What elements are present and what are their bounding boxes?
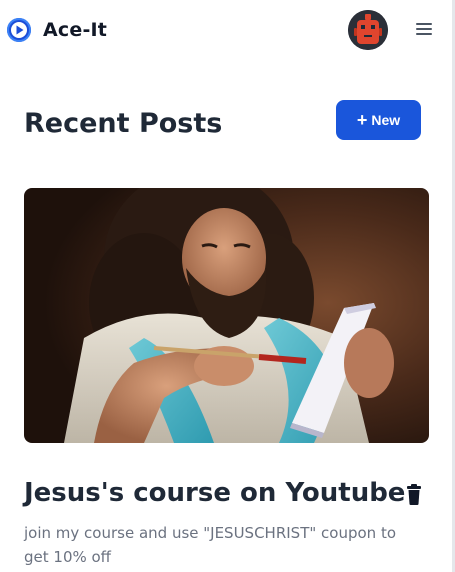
- robot-avatar-icon: [348, 10, 388, 50]
- hamburger-menu-icon[interactable]: [413, 20, 435, 40]
- brand[interactable]: Ace-It: [7, 18, 107, 42]
- post-description: join my course and use "JESUSCHRIST" cou…: [24, 524, 396, 566]
- trash-icon[interactable]: [405, 484, 423, 506]
- plus-icon: +: [356, 110, 368, 130]
- brand-name: Ace-It: [43, 19, 108, 41]
- page-title: Recent Posts: [24, 108, 223, 139]
- post-image[interactable]: [24, 188, 429, 443]
- post-title[interactable]: Jesus's course on Youtube: [24, 478, 405, 508]
- avatar[interactable]: [348, 10, 388, 50]
- play-circle-icon: [7, 18, 31, 42]
- new-button-label: New: [371, 112, 401, 128]
- new-post-button[interactable]: + New: [336, 100, 421, 140]
- navbar: Ace-It: [0, 0, 452, 62]
